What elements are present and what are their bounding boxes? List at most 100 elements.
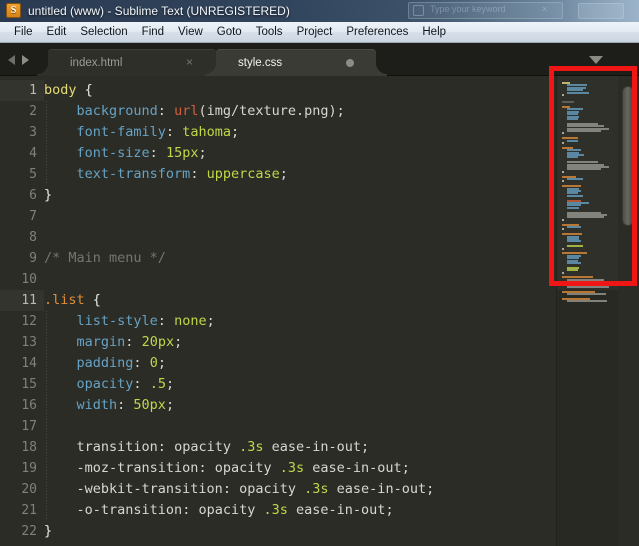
minimap-line: [562, 218, 564, 221]
code-line[interactable]: font-size: 15px;: [44, 143, 207, 164]
minimap-line: [567, 278, 605, 281]
tab-label: style.css: [238, 56, 283, 69]
minimap-line: [562, 142, 564, 144]
tab-index-html[interactable]: index.html ×: [37, 49, 216, 76]
line-number: 12: [21, 314, 37, 329]
minimap-line: [567, 130, 602, 132]
minimap-line: [567, 118, 578, 120]
menu-item-goto[interactable]: Goto: [210, 23, 249, 42]
minimap-line: [567, 245, 583, 248]
menu-item-help[interactable]: Help: [415, 23, 453, 42]
code-minimap[interactable]: [556, 76, 618, 546]
minimap-line: [562, 132, 564, 135]
line-number: 23: [0, 542, 37, 546]
next-tab-arrow-icon[interactable]: [22, 55, 29, 65]
minimap-line: [567, 262, 581, 264]
code-line[interactable]: width: 50px;: [44, 395, 175, 416]
line-number: 21: [21, 503, 37, 518]
menu-bar: File Edit Selection Find View Goto Tools…: [0, 22, 639, 43]
code-line[interactable]: -webkit-transition: opacity .3s ease-in-…: [44, 479, 435, 500]
code-line[interactable]: font-family: tahoma;: [44, 122, 240, 143]
minimap-line: [567, 178, 583, 180]
menu-item-tools[interactable]: Tools: [249, 23, 290, 42]
minimap-line: [567, 91, 589, 94]
code-line[interactable]: -o-transition: opacity .3s ease-in-out;: [44, 500, 394, 521]
prev-tab-arrow-icon[interactable]: [8, 55, 15, 65]
line-number: 7: [29, 209, 37, 224]
indent-guide: [46, 101, 47, 185]
background-window-icon: [413, 5, 424, 16]
minimap-line: [562, 228, 564, 231]
background-window-close-icon: ×: [542, 4, 548, 14]
minimap-line: [567, 269, 578, 272]
code-line[interactable]: margin: 20px;: [44, 332, 183, 353]
line-number-gutter: 1234567891011121314151617181920212223242…: [0, 76, 44, 546]
line-number: 8: [29, 230, 37, 245]
line-number: 11: [21, 293, 37, 308]
code-line[interactable]: padding: 0;: [44, 353, 166, 374]
minimap-line: [567, 139, 578, 142]
minimap-line: [567, 194, 583, 197]
code-line[interactable]: opacity: .5;: [44, 374, 175, 395]
code-line[interactable]: text-transform: uppercase;: [44, 164, 288, 185]
line-number: 14: [21, 356, 37, 371]
line-number: 9: [29, 251, 37, 266]
line-number: 3: [29, 125, 37, 140]
line-number: 13: [21, 335, 37, 350]
minimap-line: [562, 271, 564, 274]
unsaved-changes-dot-icon[interactable]: [346, 59, 354, 67]
minimap-line: [562, 170, 564, 173]
tab-label: index.html: [70, 56, 123, 69]
minimap-line: [562, 94, 564, 96]
code-line[interactable]: }: [44, 185, 52, 206]
window-titlebar: S untitled (www) - Sublime Text (UNREGIS…: [0, 0, 639, 22]
minimap-line: [567, 293, 606, 296]
code-line[interactable]: -moz-transition: opacity .3s ease-in-out…: [44, 458, 410, 479]
line-number: 1: [29, 83, 37, 98]
line-number: 6: [29, 188, 37, 203]
code-line[interactable]: body {: [44, 80, 93, 101]
line-number: 22: [21, 524, 37, 539]
menu-item-find[interactable]: Find: [135, 23, 171, 42]
code-line[interactable]: background: url(img/texture.png);: [44, 101, 345, 122]
menu-item-view[interactable]: View: [171, 23, 210, 42]
minimap-line: [567, 216, 605, 219]
line-number: 2: [29, 104, 37, 119]
tab-bar: index.html × style.css: [0, 43, 639, 76]
menu-item-selection[interactable]: Selection: [73, 23, 134, 42]
code-line[interactable]: .list {: [44, 290, 101, 311]
sublime-text-icon[interactable]: S: [6, 3, 21, 18]
minimap-line: [567, 156, 578, 159]
vertical-scrollbar-thumb[interactable]: [622, 86, 634, 226]
menu-item-file[interactable]: File: [7, 23, 40, 42]
minimap-line: [567, 206, 580, 209]
code-line[interactable]: list-style: none;: [44, 311, 215, 332]
background-window-search-text: Type your keyword: [430, 4, 506, 14]
line-number: 15: [21, 377, 37, 392]
minimap-line: [567, 300, 608, 303]
indent-guide: [46, 311, 47, 521]
code-line[interactable]: }: [44, 521, 52, 542]
line-number: 17: [21, 419, 37, 434]
sublime-text-window: S untitled (www) - Sublime Text (UNREGIS…: [0, 0, 639, 546]
minimap-line: [562, 101, 575, 104]
close-icon[interactable]: ×: [183, 56, 196, 69]
line-number: 19: [21, 461, 37, 476]
menu-item-edit[interactable]: Edit: [40, 23, 74, 42]
minimap-line: [567, 286, 609, 288]
code-line[interactable]: /* Main menu */: [44, 248, 166, 269]
code-line[interactable]: transition: opacity .3s ease-in-out;: [44, 437, 370, 458]
menu-item-project[interactable]: Project: [290, 23, 340, 42]
minimap-line: [567, 240, 581, 243]
code-editor-pane[interactable]: 1234567891011121314151617181920212223242…: [0, 76, 639, 546]
line-number: 16: [21, 398, 37, 413]
window-title: untitled (www) - Sublime Text (UNREGISTE…: [28, 4, 290, 18]
tab-style-css[interactable]: style.css: [205, 49, 387, 76]
chevron-down-icon[interactable]: [589, 56, 603, 64]
line-number: 5: [29, 167, 37, 182]
menu-item-preferences[interactable]: Preferences: [339, 23, 415, 42]
minimap-line: [567, 226, 581, 228]
background-window-button: [578, 3, 624, 19]
line-number: 20: [21, 482, 37, 497]
code-content[interactable]: body { background: url(img/texture.png);…: [44, 76, 544, 546]
